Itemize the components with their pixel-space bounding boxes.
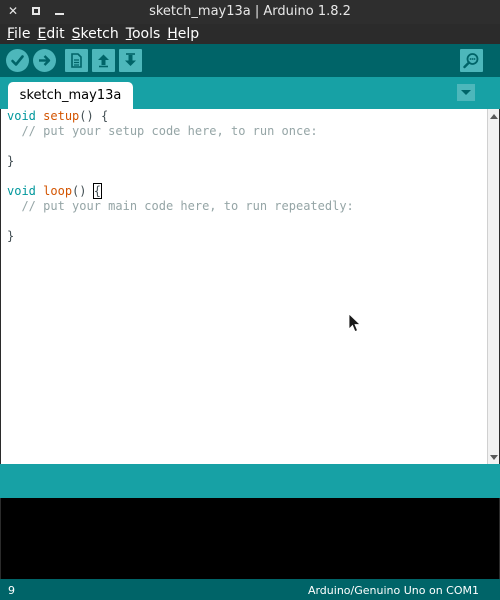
window-title: sketch_may13a | Arduino 1.8.2 [149, 4, 351, 19]
serial-monitor-button[interactable] [460, 49, 483, 72]
title-bar: ✕ sketch_may13a | Arduino 1.8.2 [0, 0, 500, 24]
menu-edit-mnemonic: E [37, 26, 47, 42]
arrow-up-icon [490, 113, 498, 119]
code-line-1: void setup() { [7, 109, 487, 124]
menu-help[interactable]: Help [165, 26, 201, 42]
new-icon [71, 53, 82, 68]
menu-help-label: elp [177, 26, 200, 42]
function-setup: setup [43, 109, 80, 123]
line-number: 9 [8, 584, 15, 597]
menu-sketch[interactable]: Sketch [70, 26, 121, 42]
upload-icon [39, 55, 51, 66]
open-button[interactable] [92, 49, 115, 72]
code-line-7: // put your main code here, to run repea… [7, 199, 354, 213]
message-bar [0, 464, 500, 498]
menu-tools[interactable]: Tools [124, 26, 163, 42]
code-line-4: } [7, 154, 15, 168]
tab-menu-button[interactable] [457, 84, 475, 101]
matched-brace: { [92, 183, 103, 199]
menu-help-mnemonic: H [167, 26, 178, 42]
save-button[interactable] [119, 49, 142, 72]
code-editor[interactable]: void setup() { // put your setup code he… [1, 109, 487, 464]
console-output[interactable] [1, 498, 499, 579]
tab-strip: sketch_may13a [0, 77, 500, 109]
upload-button[interactable] [33, 49, 56, 72]
board-port-label: Arduino/Genuino Uno on COM1 [307, 584, 479, 597]
tab-sketch[interactable]: sketch_may13a [8, 82, 133, 109]
menu-sketch-label: ketch [80, 26, 119, 42]
menu-file[interactable]: File [5, 26, 32, 42]
scroll-up-button[interactable] [489, 111, 499, 121]
code-line-9: } [7, 229, 15, 243]
code-text: void setup() { // put your setup code he… [1, 109, 487, 244]
function-loop: loop [43, 184, 73, 198]
code-punct: () [72, 184, 94, 198]
arrow-down-icon [490, 454, 498, 460]
status-bar: 9 Arduino/Genuino Uno on COM1 [0, 579, 500, 600]
code-line-6: void loop() { [7, 183, 487, 199]
verify-button[interactable] [6, 49, 29, 72]
menu-tools-label: ools [131, 26, 161, 42]
code-line-2: // put your setup code here, to run once… [7, 124, 318, 138]
toolbar [0, 44, 500, 77]
open-icon [98, 54, 109, 68]
menu-bar: File Edit Sketch Tools Help [0, 24, 500, 44]
code-punct: () { [79, 109, 109, 123]
keyword-void: void [7, 109, 36, 123]
scroll-down-button[interactable] [489, 452, 499, 462]
serial-monitor-icon [463, 53, 479, 69]
menu-edit[interactable]: Edit [35, 26, 66, 42]
new-button[interactable] [65, 49, 88, 72]
keyword-void: void [7, 184, 36, 198]
mouse-pointer-icon [348, 313, 361, 333]
menu-file-mnemonic: F [7, 26, 15, 42]
editor-scrollbar[interactable] [487, 109, 499, 464]
chevron-down-icon [461, 90, 471, 95]
menu-file-label: ile [14, 26, 31, 42]
save-icon [125, 53, 136, 66]
verify-icon [11, 55, 24, 66]
menu-edit-label: dit [46, 26, 65, 42]
